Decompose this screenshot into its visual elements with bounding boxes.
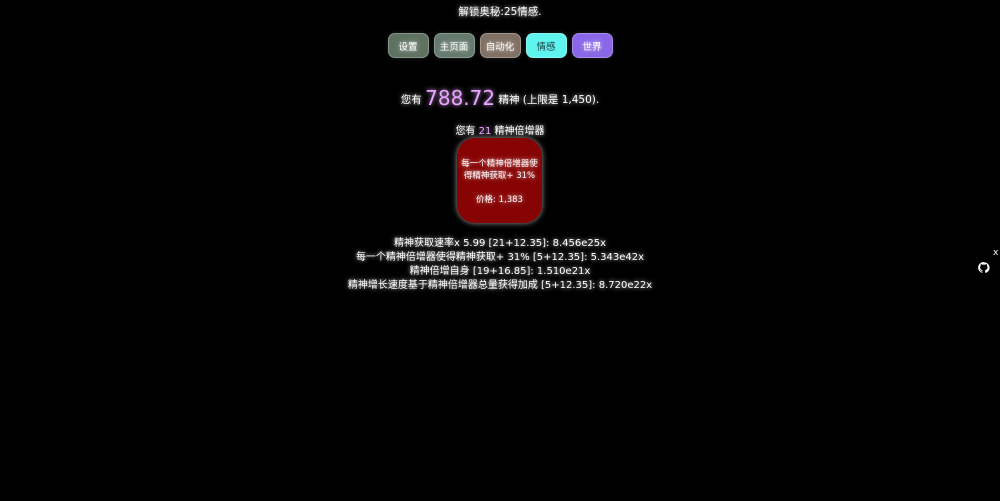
spirit-suffix: 精神 (上限是 1,450). bbox=[498, 94, 600, 106]
multiplier-prefix: 您有 bbox=[455, 126, 476, 137]
spirit-amount-line: 您有 788.72 精神 (上限是 1,450). bbox=[0, 86, 1000, 110]
stat-line: 精神增长速度基于精神倍增器总量获得加成 [5+12.35]: 8.720e22x bbox=[347, 280, 653, 291]
stat-line: 每一个精神倍增器使得精神获取+ 31% [5+12.35]: 5.343e42x bbox=[355, 252, 645, 263]
tab-world[interactable]: 世界 bbox=[571, 33, 613, 58]
multiplier-count-line: 您有 21 精神倍增器 bbox=[0, 122, 1000, 137]
buy-multiplier-button[interactable]: 每一个精神倍增器使得精神获取+ 31% 价格: 1,383 bbox=[457, 138, 542, 223]
buy-description: 每一个精神倍增器使得精神获取+ 31% bbox=[461, 159, 538, 181]
side-close-button[interactable]: x bbox=[993, 248, 998, 258]
stats-list: 精神获取速率x 5.99 [21+12.35]: 8.456e25x 每一个精神… bbox=[0, 237, 1000, 293]
tab-emotion[interactable]: 情感 bbox=[525, 33, 567, 58]
stat-line: 精神倍增自身 [19+16.85]: 1.510e21x bbox=[409, 266, 591, 277]
buy-price: 价格: 1,383 bbox=[476, 195, 523, 205]
multiplier-count: 21 bbox=[478, 126, 492, 137]
spirit-prefix: 您有 bbox=[400, 94, 422, 106]
tab-main[interactable]: 主页面 bbox=[433, 33, 475, 58]
spirit-amount: 788.72 bbox=[425, 86, 496, 110]
multiplier-suffix: 精神倍增器 bbox=[494, 126, 545, 137]
stat-line: 精神获取速率x 5.99 [21+12.35]: 8.456e25x bbox=[393, 238, 607, 249]
tab-settings[interactable]: 设置 bbox=[387, 33, 429, 58]
github-cat-icon[interactable] bbox=[977, 261, 991, 275]
unlock-hint: 解锁奥秘:25情感. bbox=[458, 6, 542, 18]
tab-bar: 设置 主页面 自动化 情感 世界 bbox=[0, 33, 1000, 58]
tab-automation[interactable]: 自动化 bbox=[479, 33, 521, 58]
game-screen: 解锁奥秘:25情感. 设置 主页面 自动化 情感 世界 您有 788.72 精神… bbox=[0, 0, 1000, 501]
